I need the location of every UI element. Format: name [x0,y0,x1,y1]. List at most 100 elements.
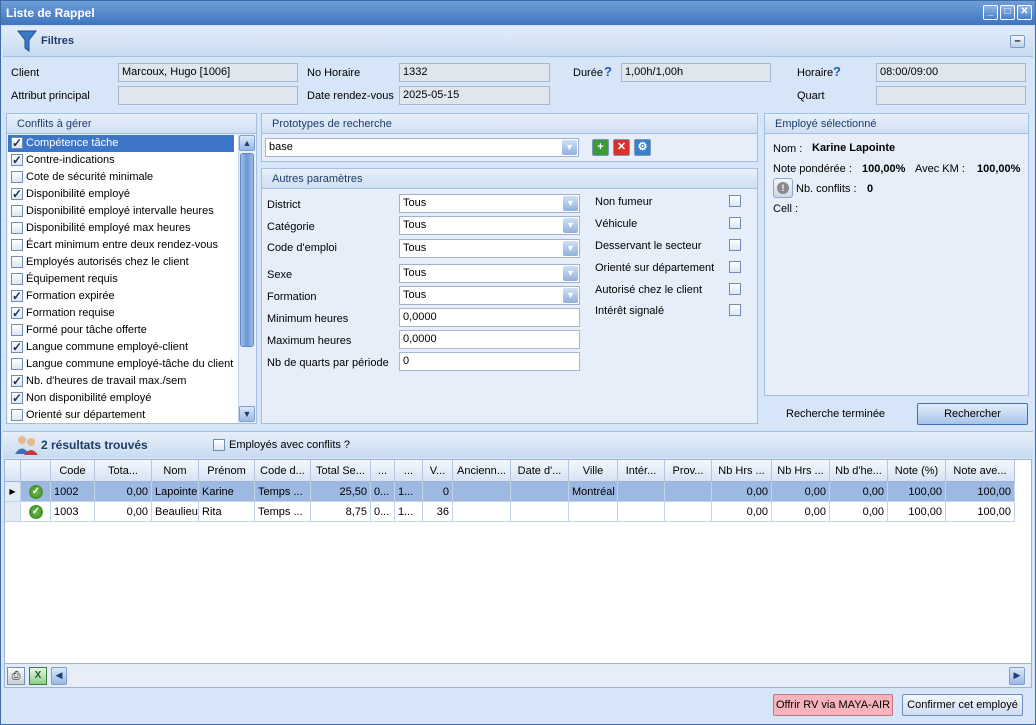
column-header[interactable]: Ancienn... [453,460,511,482]
column-header[interactable]: V... [423,460,453,482]
conflict-item[interactable]: Équipement requis [8,271,234,288]
conflict-checkbox[interactable] [11,390,23,407]
duree-help-icon[interactable]: ? [604,64,612,79]
desservant-checkbox[interactable] [729,239,741,251]
conflict-checkbox[interactable] [11,288,23,305]
conflict-checkbox[interactable] [11,205,23,217]
scroll-up-button[interactable]: ▲ [239,135,255,151]
horizontal-scrollbar[interactable]: ◀ ▶ [51,665,1027,686]
column-header[interactable]: Nb Hrs ... [712,460,772,482]
conflict-item[interactable]: Cote de sécurité minimale [8,169,234,186]
formation-select[interactable]: Tous ▼ [399,286,580,305]
conflict-item[interactable]: Disponibilité employé [8,186,234,203]
table-cell: 0,00 [95,482,152,502]
conflict-checkbox[interactable] [11,135,23,152]
with-conflicts-checkbox[interactable] [213,439,225,451]
confirm-employee-button[interactable]: Confirmer cet employé [902,694,1023,716]
column-header[interactable]: ... [395,460,423,482]
prototypes-title: Prototypes de recherche [262,114,757,134]
column-header[interactable]: Total Se... [311,460,371,482]
main-window: Liste de Rappel _ □ ✕ Filtres – Client M… [0,0,1036,725]
code-emploi-select[interactable]: Tous ▼ [399,239,580,258]
conflict-item[interactable]: Formation expirée [8,288,234,305]
conflict-item[interactable]: Langue commune employé-tâche du client [8,356,234,373]
minimize-button[interactable]: _ [983,5,998,20]
oriente-checkbox[interactable] [729,261,741,273]
min-heures-input[interactable]: 0,0000 [399,308,580,327]
column-header[interactable]: Code d... [255,460,311,482]
horaire-field: 08:00/09:00 [876,63,1026,82]
column-header[interactable]: Intér... [618,460,665,482]
conflict-checkbox[interactable] [11,373,23,390]
column-header[interactable]: Ville [569,460,618,482]
column-header[interactable]: Tota... [95,460,152,482]
conflict-item[interactable]: Disponibilité employé max heures [8,220,234,237]
column-header[interactable]: Prov... [665,460,712,482]
export-excel-icon[interactable]: X [29,667,47,685]
scroll-thumb[interactable] [240,153,254,347]
conflicts-info-button[interactable]: ! [773,178,793,198]
prototype-select[interactable]: base ▼ [265,138,579,157]
conflict-checkbox[interactable] [11,273,23,285]
table-cell: 1003 [51,502,95,522]
categorie-select[interactable]: Tous ▼ [399,216,580,235]
print-icon[interactable]: ⎙ [7,667,25,685]
conflict-item[interactable]: Compétence tâche [8,135,234,152]
interet-checkbox[interactable] [729,304,741,316]
collapse-filters-button[interactable]: – [1010,35,1025,48]
maximize-button[interactable]: □ [1000,5,1015,20]
autorise-checkbox[interactable] [729,283,741,295]
status-column-header[interactable] [21,460,51,482]
conflict-checkbox[interactable] [11,305,23,322]
scroll-left-button[interactable]: ◀ [51,667,67,685]
conflict-checkbox[interactable] [11,409,23,421]
conflict-checkbox[interactable] [11,358,23,370]
date-label: Date rendez-vous [307,90,394,102]
column-header[interactable]: Nb Hrs ... [772,460,830,482]
vehicule-checkbox[interactable] [729,217,741,229]
row-selector[interactable] [5,502,21,522]
conflict-item[interactable]: Formation requise [8,305,234,322]
conflict-checkbox[interactable] [11,152,23,169]
offer-maya-air-button[interactable]: Offrir RV via MAYA-AIR [773,694,893,716]
conflict-item[interactable]: Employés autorisés chez le client [8,254,234,271]
settings-prototype-button[interactable]: ⚙ [634,139,651,156]
column-header[interactable]: Note ave... [946,460,1015,482]
column-header[interactable]: Nb d'he... [830,460,888,482]
column-header[interactable]: Nom [152,460,199,482]
conflict-checkbox[interactable] [11,171,23,183]
max-heures-input[interactable]: 0,0000 [399,330,580,349]
row-selector[interactable]: ▶ [5,482,21,502]
search-button[interactable]: Rechercher [917,403,1028,425]
column-header[interactable]: ... [371,460,395,482]
conflict-item[interactable]: Contre-indications [8,152,234,169]
column-header[interactable]: Code [51,460,95,482]
conflict-item[interactable]: Langue commune employé-client [8,339,234,356]
add-prototype-button[interactable]: + [592,139,609,156]
column-header[interactable]: Note (%) [888,460,946,482]
scroll-down-button[interactable]: ▼ [239,406,255,422]
conflict-item[interactable]: Non disponibilité employé [8,390,234,407]
conflict-checkbox[interactable] [11,324,23,336]
conflict-item[interactable]: Disponibilité employé intervalle heures [8,203,234,220]
conflict-item[interactable]: Écart minimum entre deux rendez-vous [8,237,234,254]
conflict-item[interactable]: Orienté sur département [8,407,234,424]
column-header[interactable]: Date d'... [511,460,569,482]
conflicts-scrollbar[interactable]: ▲ ▼ [238,135,256,423]
horaire-help-icon[interactable]: ? [833,64,841,79]
conflict-checkbox[interactable] [11,222,23,234]
conflict-checkbox[interactable] [11,256,23,268]
nb-quarts-input[interactable]: 0 [399,352,580,371]
conflict-checkbox[interactable] [11,339,23,356]
conflict-item[interactable]: Nb. d'heures de travail max./sem [8,373,234,390]
scroll-right-button[interactable]: ▶ [1009,667,1025,685]
close-button[interactable]: ✕ [1017,5,1032,20]
conflict-checkbox[interactable] [11,186,23,203]
district-select[interactable]: Tous ▼ [399,194,580,213]
conflict-item[interactable]: Formé pour tâche offerte [8,322,234,339]
conflict-checkbox[interactable] [11,239,23,251]
delete-prototype-button[interactable]: ✕ [613,139,630,156]
column-header[interactable]: Prénom [199,460,255,482]
non-fumeur-checkbox[interactable] [729,195,741,207]
sexe-select[interactable]: Tous ▼ [399,264,580,283]
